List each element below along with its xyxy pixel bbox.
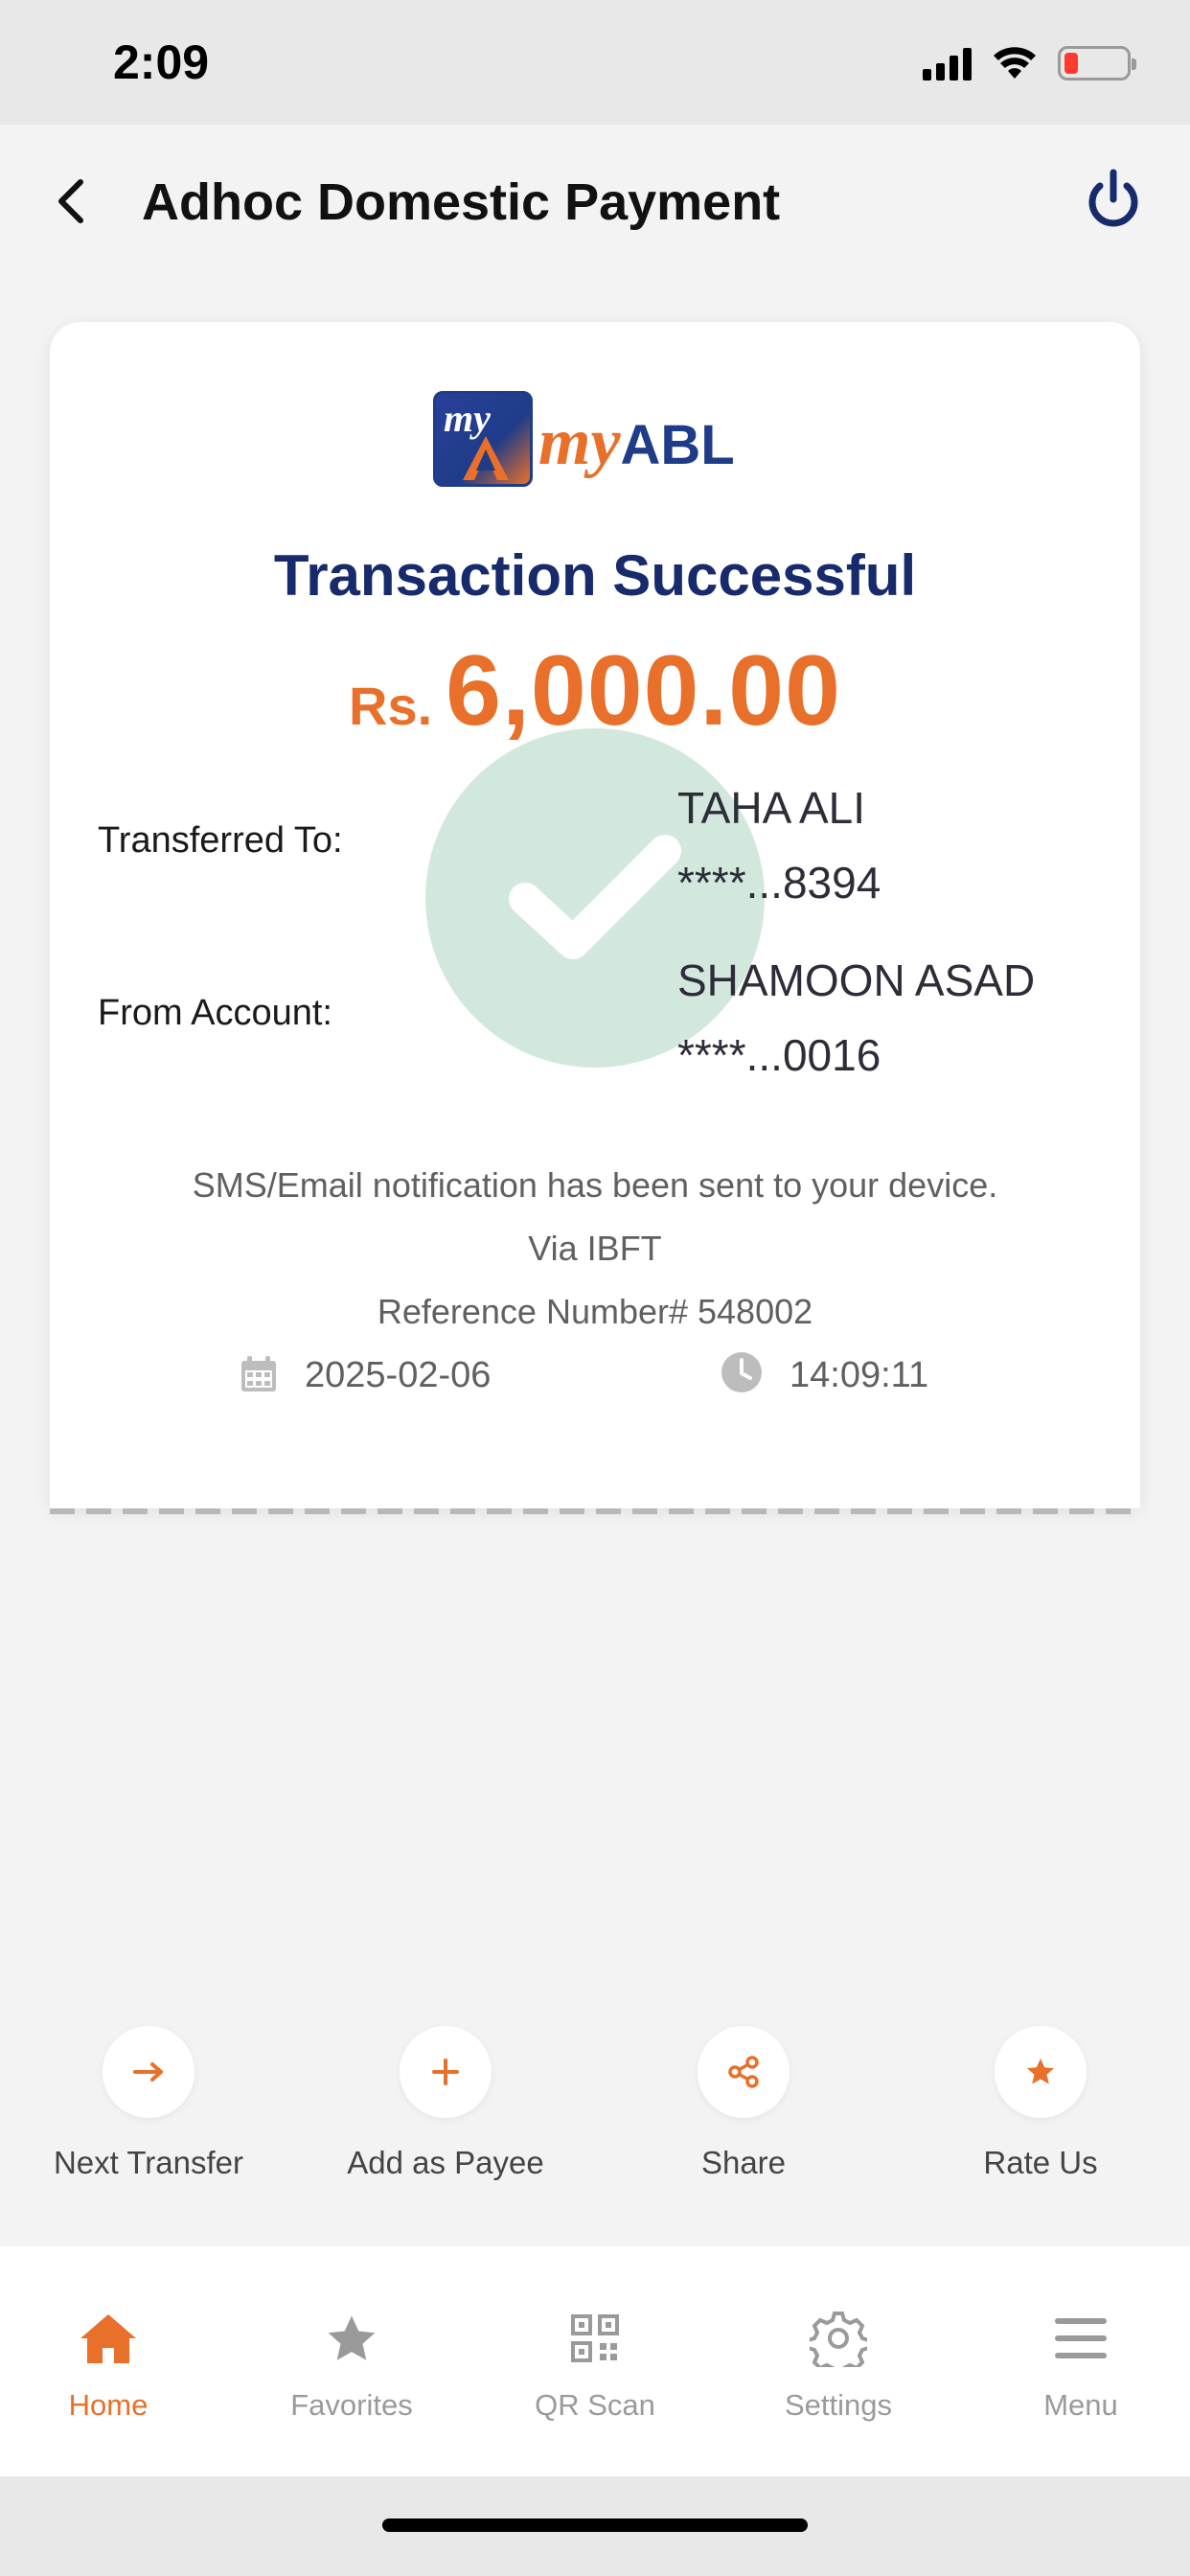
add-as-payee-label: Add as Payee [347, 2145, 544, 2180]
qr-icon [571, 2314, 619, 2362]
date-time-row: 2025-02-06 14:09:11 [50, 1351, 1140, 1409]
myabl-logo: my myABL [433, 383, 759, 491]
myabl-logo-badge: my [433, 391, 533, 487]
sender-name: SHAMOON ASAD [677, 955, 1036, 1005]
logout-power-icon[interactable] [1083, 167, 1144, 234]
status-time: 2:09 [113, 35, 210, 89]
next-transfer-button[interactable]: Next Transfer [29, 2026, 268, 2181]
from-account-label: From Account: [98, 993, 332, 1033]
sender-account: ****...0016 [677, 1030, 881, 1080]
transfer-method: Via IBFT [528, 1229, 662, 1268]
home-bar-area [0, 2476, 1190, 2576]
star-icon [328, 2315, 376, 2360]
app-header: Adhoc Domestic Payment [0, 125, 1190, 278]
rate-us-label: Rate Us [983, 2145, 1098, 2180]
wifi-icon [994, 47, 1036, 79]
page-title: Adhoc Domestic Payment [142, 173, 781, 231]
share-button[interactable]: Share [624, 2026, 863, 2181]
amount-value: 6,000.00 [446, 635, 841, 747]
nav-menu[interactable]: Menu [975, 2308, 1186, 2423]
nav-qr-scan[interactable]: QR Scan [490, 2308, 700, 2423]
currency-label: Rs. [349, 676, 433, 736]
next-transfer-label: Next Transfer [53, 2145, 244, 2180]
receipt-perforation [50, 1508, 1140, 1514]
beneficiary-name: TAHA ALI [677, 783, 866, 833]
clock-icon [721, 1352, 762, 1392]
nav-home[interactable]: Home [3, 2308, 214, 2423]
reference-number: Reference Number# 548002 [377, 1292, 813, 1331]
nav-qr-scan-label: QR Scan [535, 2388, 655, 2422]
nav-favorites-label: Favorites [290, 2388, 413, 2422]
nav-menu-label: Menu [1043, 2388, 1118, 2422]
notification-message: SMS/Email notification has been sent to … [192, 1165, 998, 1205]
rate-us-button[interactable]: Rate Us [921, 2026, 1160, 2181]
star-icon [1027, 2058, 1054, 2084]
beneficiary-account: ****...8394 [677, 858, 881, 908]
bottom-navigation: Home Favorites QR Scan Settings Menu [0, 2246, 1190, 2476]
transaction-receipt-card: my myABL Transaction Successful Rs. 6,000… [50, 322, 1140, 1514]
add-as-payee-button[interactable]: Add as Payee [326, 2026, 565, 2181]
calendar-icon [241, 1356, 276, 1392]
home-icon [80, 2314, 136, 2363]
nav-favorites[interactable]: Favorites [246, 2308, 457, 2423]
battery-icon [1058, 46, 1136, 80]
plus-icon [432, 2058, 459, 2085]
share-label: Share [700, 2145, 787, 2180]
transaction-time: 14:09:11 [790, 1355, 929, 1395]
gear-icon [810, 2312, 867, 2367]
back-icon[interactable] [48, 172, 96, 230]
cellular-signal-icon [923, 46, 972, 80]
arrow-right-icon [133, 2062, 163, 2082]
transaction-date: 2025-02-06 [305, 1355, 492, 1395]
status-bar: 2:09 [0, 0, 1190, 125]
nav-settings[interactable]: Settings [733, 2308, 944, 2423]
transaction-status-title: Transaction Successful [273, 543, 917, 608]
status-icons [923, 42, 1136, 84]
receipt-actions: Next Transfer Add as Payee Share Rate Us [0, 2026, 1190, 2189]
nav-home-label: Home [68, 2388, 149, 2422]
nav-settings-label: Settings [784, 2388, 892, 2422]
share-icon [728, 2056, 759, 2088]
menu-icon [1055, 2318, 1107, 2358]
transferred-to-label: Transferred To: [98, 820, 343, 861]
home-indicator[interactable] [382, 2518, 808, 2532]
